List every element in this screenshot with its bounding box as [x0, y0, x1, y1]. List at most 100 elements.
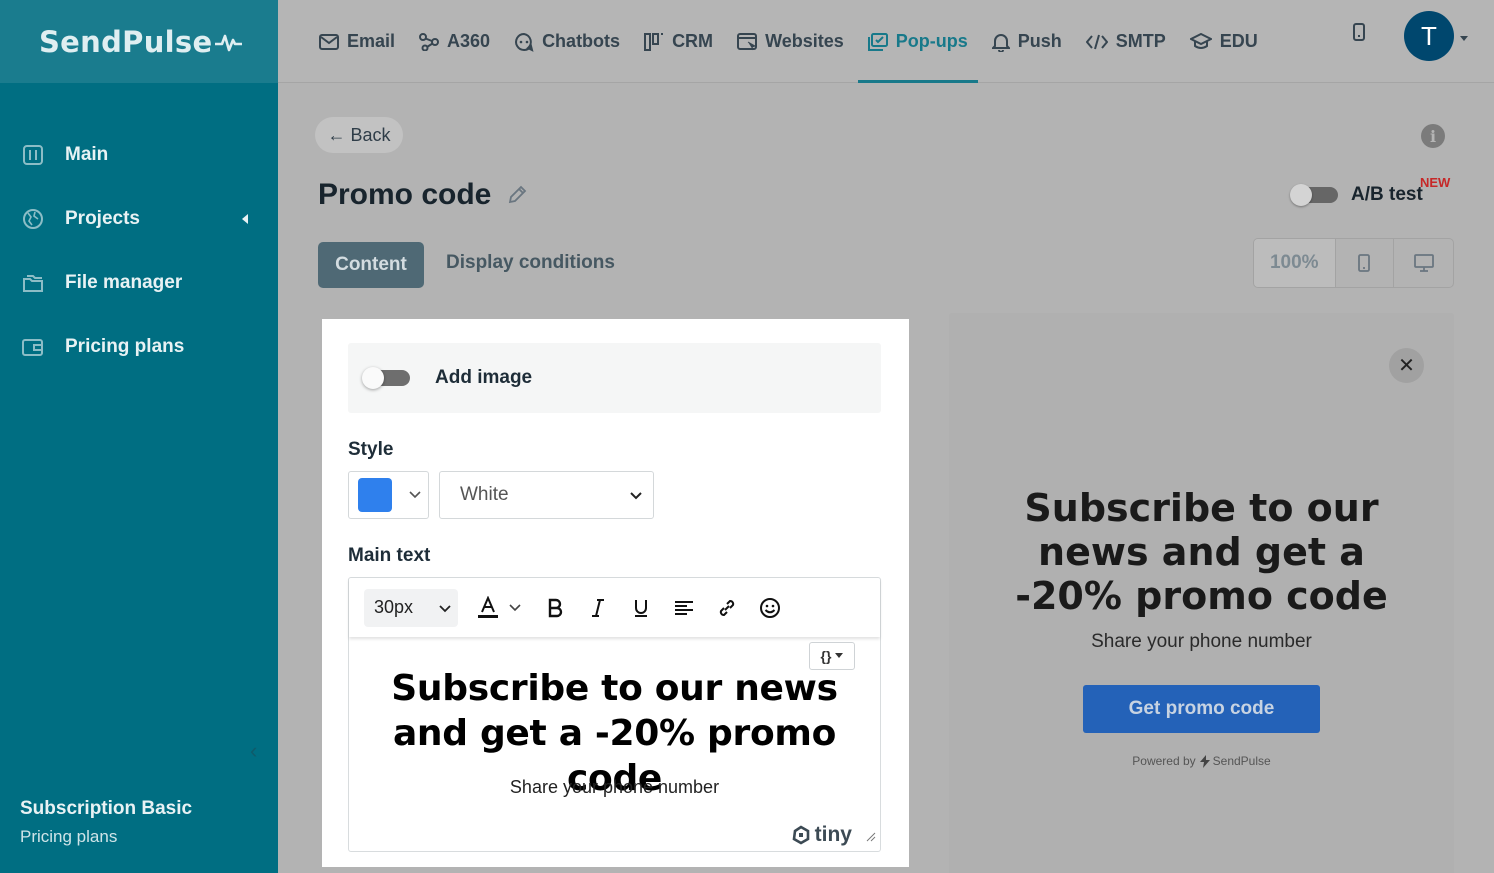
sidebar-item-label: Pricing plans: [65, 336, 185, 357]
page-title: Promo code: [318, 178, 492, 211]
align-left-icon[interactable]: [667, 591, 701, 625]
italic-icon[interactable]: [581, 591, 615, 625]
add-image-label: Add image: [435, 367, 533, 388]
plan-link[interactable]: Pricing plans: [20, 827, 192, 847]
sidebar-item-label: Projects: [65, 208, 140, 229]
tiny-label: tiny: [814, 823, 852, 846]
sendpulse-logo[interactable]: SendPulse: [39, 25, 244, 59]
nav-label: EDU: [1219, 31, 1258, 51]
editor-subline[interactable]: Share your phone number: [349, 777, 880, 798]
avatar[interactable]: T: [1404, 11, 1454, 61]
phone-icon: [1358, 254, 1371, 272]
nav-websites[interactable]: Websites: [737, 0, 844, 83]
add-image-toggle[interactable]: [362, 367, 410, 389]
back-button[interactable]: ← Back: [315, 117, 403, 153]
chevron-down-icon[interactable]: [1460, 36, 1468, 41]
nav-push[interactable]: Push: [991, 0, 1062, 83]
resize-handle-icon[interactable]: [866, 829, 876, 847]
underline-icon[interactable]: [624, 591, 658, 625]
mail-icon: [319, 33, 339, 50]
sidebar-item-pricing-plans[interactable]: Pricing plans: [0, 315, 278, 379]
zoom-level[interactable]: 100%: [1254, 239, 1336, 287]
new-badge: NEW: [1420, 175, 1451, 190]
nav-chatbots[interactable]: Chatbots: [514, 0, 620, 83]
nav-smtp[interactable]: SMTP: [1085, 0, 1166, 83]
logo-text: SendPulse: [39, 24, 213, 59]
tab-display-conditions[interactable]: Display conditions: [446, 252, 615, 274]
kanban-icon: [644, 32, 664, 51]
collapse-sidebar-icon[interactable]: ‹: [250, 738, 257, 764]
dashboard-icon: [22, 144, 44, 166]
desktop-view-button[interactable]: [1394, 239, 1453, 287]
nav-label: A360: [447, 31, 491, 51]
code-icon: [1085, 34, 1108, 50]
color-swatch: [358, 478, 392, 512]
nav-edu[interactable]: EDU: [1189, 0, 1258, 83]
ab-test-label: A/B test: [1351, 184, 1423, 205]
sidebar-item-projects[interactable]: Projects: [0, 187, 278, 251]
sidebar-item-main[interactable]: Main: [0, 123, 278, 187]
nav-email[interactable]: Email: [319, 0, 395, 83]
sidebar-nav: Main Projects File manager Pricing plans: [0, 123, 278, 379]
popup-icon: [867, 32, 888, 51]
monitor-icon: [1413, 254, 1434, 272]
logo-bar: SendPulse: [0, 0, 278, 83]
sidebar-item-file-manager[interactable]: File manager: [0, 251, 278, 315]
bell-icon: [991, 32, 1010, 52]
font-size-value: 30px: [374, 597, 414, 617]
editor-toolbar: 30px: [349, 578, 880, 637]
chevron-down-icon: [629, 484, 643, 506]
nav-label: Push: [1017, 31, 1062, 51]
text-color-icon[interactable]: [476, 591, 500, 625]
browser-icon: [737, 32, 758, 51]
preview-subline: Share your phone number: [1091, 631, 1312, 652]
main-text-label: Main text: [348, 545, 431, 566]
plan-info[interactable]: Subscription Basic Pricing plans: [20, 798, 192, 847]
braces-icon: {}: [820, 648, 832, 664]
nav-crm[interactable]: CRM: [644, 0, 713, 83]
ab-test-toggle[interactable]: [1290, 184, 1338, 206]
emoji-icon[interactable]: [753, 591, 787, 625]
style-select-value: White: [460, 484, 509, 505]
nav-popups[interactable]: Pop-ups: [857, 0, 978, 83]
style-select[interactable]: White: [439, 471, 654, 519]
tiny-icon: [792, 825, 809, 845]
powered-by[interactable]: Powered by SendPulse: [949, 754, 1454, 768]
wallet-icon: [22, 336, 44, 358]
link-icon[interactable]: [710, 591, 744, 625]
plan-name: Subscription Basic: [20, 798, 193, 819]
ab-test-control: A/B test NEW: [1290, 175, 1450, 206]
bold-icon[interactable]: [538, 591, 572, 625]
add-image-row: Add image: [348, 343, 881, 413]
nav-label: Email: [347, 31, 396, 51]
font-size-select[interactable]: 30px: [364, 588, 458, 627]
tab-content[interactable]: Content: [318, 242, 424, 288]
info-icon[interactable]: i: [1421, 124, 1445, 148]
chevron-down-icon: [438, 597, 452, 618]
sidebar: SendPulse Main Projects File manager Pri…: [0, 0, 278, 873]
folders-icon: [22, 272, 44, 294]
globe-icon: [22, 208, 44, 230]
expand-caret-icon[interactable]: [242, 214, 248, 224]
pencil-icon[interactable]: [507, 185, 527, 205]
bolt-icon: [1199, 754, 1210, 768]
nav-a360[interactable]: A360: [419, 0, 490, 83]
nav-label: CRM: [672, 31, 714, 51]
pulse-icon: [215, 34, 243, 51]
preview-headline: Subscribe to our news and get a -20% pro…: [1015, 486, 1388, 618]
chat-icon: [514, 32, 534, 52]
topbar: Email A360 Chatbots CRM Websites Pop-ups…: [278, 0, 1494, 83]
chevron-down-icon: [408, 486, 422, 504]
nav-label: Websites: [765, 31, 844, 51]
sidebar-item-label: File manager: [65, 272, 183, 293]
mobile-view-button[interactable]: [1336, 239, 1395, 287]
mobile-app-icon[interactable]: [1352, 22, 1366, 47]
style-label: Style: [348, 439, 394, 460]
close-icon[interactable]: ✕: [1389, 348, 1424, 383]
get-promo-code-button[interactable]: Get promo code: [1083, 685, 1320, 733]
powered-by-brand: SendPulse: [1212, 754, 1271, 768]
chevron-down-icon[interactable]: [506, 591, 524, 625]
color-picker[interactable]: [348, 471, 429, 519]
graduation-icon: [1189, 32, 1212, 51]
tiny-logo[interactable]: tiny: [791, 823, 852, 847]
